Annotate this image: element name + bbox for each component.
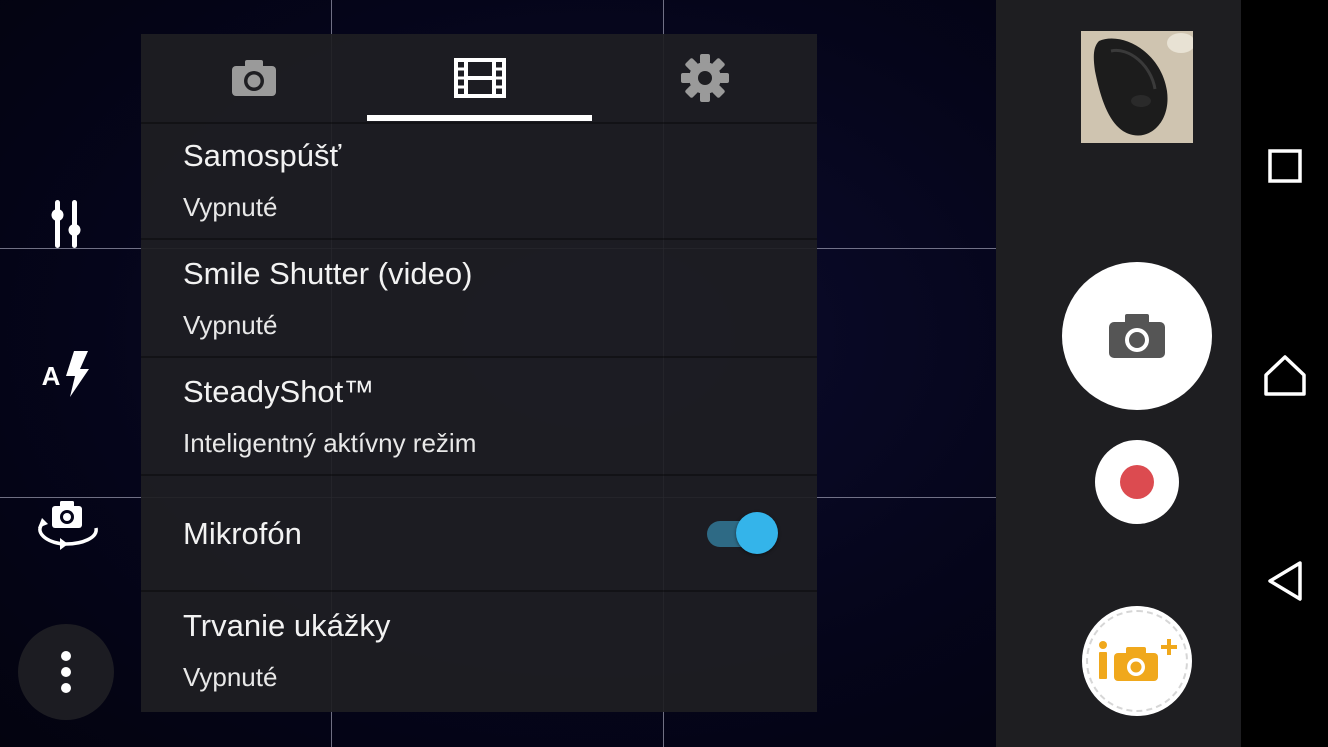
camera-icon bbox=[1109, 314, 1165, 358]
setting-title: SteadyShot™ bbox=[183, 374, 375, 409]
setting-smile-shutter[interactable]: Smile Shutter (video) Vypnuté bbox=[141, 242, 817, 358]
gear-icon bbox=[680, 54, 729, 102]
setting-title: Smile Shutter (video) bbox=[183, 256, 473, 291]
setting-value: Vypnuté bbox=[183, 662, 278, 692]
more-options-button[interactable] bbox=[18, 624, 114, 720]
setting-value: Vypnuté bbox=[183, 192, 278, 222]
camera-icon bbox=[231, 60, 276, 96]
more-options-icon bbox=[61, 651, 71, 693]
settings-panel: Samospúšť Vypnuté Smile Shutter (video) … bbox=[141, 34, 817, 712]
tab-settings[interactable] bbox=[592, 34, 817, 122]
divider bbox=[141, 590, 817, 592]
selected-tab-indicator bbox=[367, 115, 592, 121]
back-button[interactable] bbox=[1255, 551, 1315, 611]
toggle-thumb bbox=[736, 512, 778, 554]
adjust-sliders-icon[interactable] bbox=[30, 194, 102, 254]
setting-value: Inteligentný aktívny režim bbox=[183, 428, 477, 458]
divider bbox=[141, 356, 817, 358]
recent-apps-icon bbox=[1268, 149, 1302, 183]
divider bbox=[141, 474, 817, 476]
setting-steadyshot[interactable]: SteadyShot™ Inteligentný aktívny režim bbox=[141, 360, 817, 476]
camera-controls bbox=[996, 0, 1241, 747]
film-icon bbox=[453, 58, 506, 98]
recent-apps-button[interactable] bbox=[1255, 136, 1315, 196]
info-eye-frame bbox=[1086, 610, 1188, 712]
setting-title: Trvanie ukážky bbox=[183, 608, 391, 643]
setting-self-timer[interactable]: Samospúšť Vypnuté bbox=[141, 124, 817, 240]
info-eye-button[interactable] bbox=[1085, 609, 1189, 713]
shutter-button[interactable] bbox=[1062, 262, 1212, 410]
setting-preview-duration[interactable]: Trvanie ukážky Vypnuté bbox=[141, 594, 817, 710]
home-button[interactable] bbox=[1255, 345, 1315, 405]
setting-value: Vypnuté bbox=[183, 310, 278, 340]
camera-viewfinder[interactable]: A Samospúšť Vypnuté Smile Shutter (video… bbox=[0, 0, 996, 747]
setting-microphone[interactable]: Mikrofón bbox=[141, 502, 817, 568]
navigation-bar bbox=[1241, 0, 1328, 747]
setting-title: Mikrofón bbox=[183, 516, 302, 551]
microphone-toggle[interactable] bbox=[707, 512, 779, 556]
record-icon bbox=[1120, 465, 1154, 499]
flash-mode-letter: A bbox=[41, 360, 61, 391]
divider bbox=[141, 238, 817, 240]
back-icon bbox=[1268, 561, 1302, 601]
settings-tabs bbox=[141, 34, 817, 122]
auto-flash-icon[interactable]: A bbox=[30, 344, 102, 404]
info-eye-icon bbox=[1099, 639, 1177, 681]
switch-camera-icon[interactable] bbox=[30, 494, 102, 554]
mouse-photo-image bbox=[1081, 31, 1193, 143]
tab-photo[interactable] bbox=[141, 34, 366, 122]
last-photo-thumbnail[interactable] bbox=[1081, 31, 1193, 143]
tab-video[interactable] bbox=[367, 34, 592, 122]
record-video-button[interactable] bbox=[1095, 440, 1179, 524]
home-icon bbox=[1264, 355, 1306, 396]
setting-title: Samospúšť bbox=[183, 138, 342, 173]
